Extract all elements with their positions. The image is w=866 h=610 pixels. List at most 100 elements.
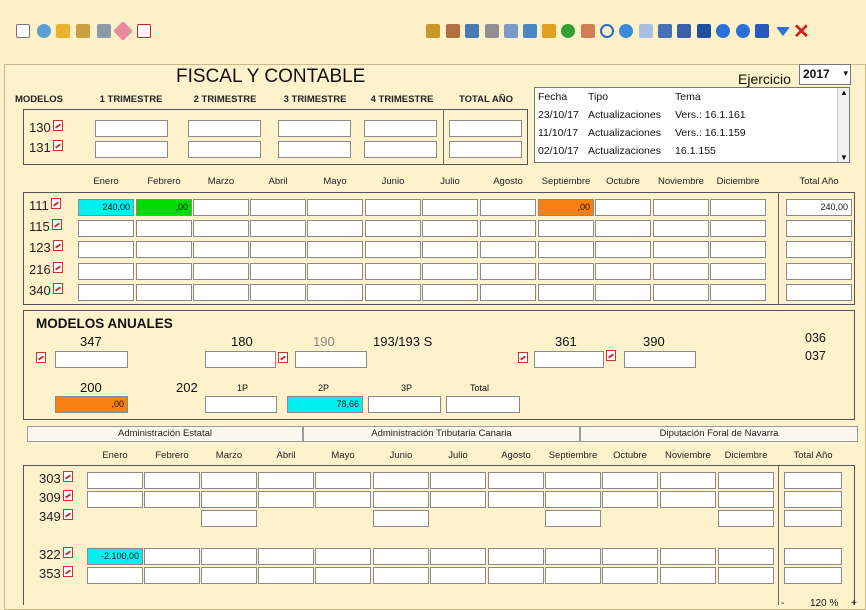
q130-t4[interactable]	[364, 120, 437, 137]
q130-t2[interactable]	[188, 120, 261, 137]
chevron-down-icon[interactable]: ▾	[843, 68, 848, 79]
close-icon[interactable]: ✕	[793, 19, 810, 44]
bottom-month-cell[interactable]	[660, 548, 716, 565]
log-row[interactable]: 23/10/17 Actualizaciones Vers.: 16.1.161	[538, 109, 838, 121]
bookmark-icon[interactable]	[755, 24, 769, 38]
folder-icon[interactable]	[523, 24, 537, 38]
bottom-month-cell[interactable]	[144, 548, 200, 565]
group-icon[interactable]	[581, 24, 595, 38]
calculator-icon[interactable]	[97, 24, 111, 38]
input-180[interactable]	[205, 351, 276, 368]
undo-icon[interactable]	[600, 24, 614, 38]
bottom-month-cell[interactable]	[545, 510, 601, 527]
eraser-icon[interactable]	[113, 21, 133, 41]
bottom-month-cell[interactable]	[258, 491, 314, 508]
q130-t1[interactable]	[95, 120, 168, 137]
bottom-month-cell[interactable]	[488, 491, 544, 508]
month-cell[interactable]: 240,00	[78, 199, 134, 216]
q131-t2[interactable]	[188, 141, 261, 158]
q131-t1[interactable]	[95, 141, 168, 158]
q131-total[interactable]	[449, 141, 522, 158]
bottom-month-cell[interactable]	[718, 510, 774, 527]
month-cell[interactable]	[480, 241, 536, 258]
month-cell[interactable]	[136, 220, 192, 237]
month-cell[interactable]	[538, 263, 594, 280]
bottom-month-cell[interactable]	[315, 472, 371, 489]
pdf-icon[interactable]	[62, 566, 73, 577]
bottom-month-cell[interactable]	[602, 548, 658, 565]
month-cell[interactable]	[136, 284, 192, 301]
pdf-icon[interactable]	[51, 219, 62, 230]
month-cell[interactable]	[538, 284, 594, 301]
month-cell[interactable]	[653, 199, 709, 216]
help-icon[interactable]	[736, 24, 750, 38]
month-cell[interactable]	[710, 220, 766, 237]
month-cell[interactable]	[365, 284, 421, 301]
pdf-icon[interactable]	[62, 490, 73, 501]
month-cell[interactable]	[653, 241, 709, 258]
chart-icon[interactable]	[658, 24, 672, 38]
q131-t3[interactable]	[278, 141, 351, 158]
input-202-total[interactable]	[446, 396, 520, 413]
bottom-month-cell[interactable]	[602, 567, 658, 584]
month-cell[interactable]	[710, 284, 766, 301]
bottom-month-cell[interactable]	[373, 510, 429, 527]
month-cell[interactable]	[422, 284, 478, 301]
tools-icon[interactable]	[485, 24, 499, 38]
bottom-month-cell[interactable]	[144, 491, 200, 508]
month-cell[interactable]	[422, 241, 478, 258]
binoculars-icon[interactable]	[426, 24, 440, 38]
month-cell[interactable]	[480, 220, 536, 237]
pdf-icon[interactable]	[52, 262, 63, 273]
pdf-icon[interactable]	[518, 352, 528, 363]
bottom-month-cell[interactable]	[87, 472, 143, 489]
bottom-total-cell[interactable]	[784, 567, 842, 584]
month-cell[interactable]	[193, 284, 249, 301]
bottom-month-cell[interactable]	[488, 567, 544, 584]
bottom-month-cell[interactable]	[315, 567, 371, 584]
month-cell[interactable]	[480, 263, 536, 280]
month-cell[interactable]	[78, 263, 134, 280]
bottom-month-cell[interactable]	[430, 567, 486, 584]
q130-t3[interactable]	[278, 120, 351, 137]
bank-icon[interactable]	[76, 24, 90, 38]
month-cell[interactable]	[595, 263, 651, 280]
month-cell[interactable]	[595, 284, 651, 301]
month-cell[interactable]	[710, 199, 766, 216]
pdf-icon[interactable]	[52, 240, 63, 251]
month-cell[interactable]	[653, 263, 709, 280]
scroll-up-icon[interactable]: ▲	[840, 88, 848, 97]
input-202-2p[interactable]: 78,66	[287, 396, 363, 413]
bottom-month-cell[interactable]	[718, 472, 774, 489]
month-cell[interactable]	[480, 284, 536, 301]
month-cell[interactable]	[365, 241, 421, 258]
pdf-icon[interactable]	[36, 352, 46, 363]
graduate-icon[interactable]	[697, 24, 711, 38]
month-cell[interactable]	[710, 263, 766, 280]
month-cell[interactable]	[595, 199, 651, 216]
notes-icon[interactable]	[639, 24, 653, 38]
bottom-month-cell[interactable]	[430, 472, 486, 489]
month-cell[interactable]	[365, 199, 421, 216]
log-row[interactable]: 02/10/17 Actualizaciones 16.1.155	[538, 145, 838, 157]
bottom-month-cell[interactable]	[87, 491, 143, 508]
bottom-month-cell[interactable]	[201, 472, 257, 489]
zoom-plus[interactable]: +	[851, 598, 857, 609]
scroll-down-icon[interactable]: ▼	[840, 153, 848, 162]
input-347[interactable]	[55, 351, 128, 368]
bottom-month-cell[interactable]	[545, 567, 601, 584]
link-icon[interactable]	[504, 24, 518, 38]
ejercicio-select[interactable]: 2017 ▾	[799, 64, 851, 85]
bottom-month-cell[interactable]	[373, 567, 429, 584]
bottom-month-cell[interactable]: -2.100,00	[87, 548, 143, 565]
bottom-month-cell[interactable]	[373, 548, 429, 565]
month-cell[interactable]	[653, 284, 709, 301]
month-cell[interactable]	[307, 199, 363, 216]
month-cell[interactable]	[250, 220, 306, 237]
month-total-cell[interactable]	[786, 220, 852, 237]
input-361[interactable]	[534, 351, 604, 368]
month-cell[interactable]	[307, 284, 363, 301]
bottom-month-cell[interactable]	[201, 491, 257, 508]
month-cell[interactable]	[422, 263, 478, 280]
bottom-total-cell[interactable]	[784, 491, 842, 508]
